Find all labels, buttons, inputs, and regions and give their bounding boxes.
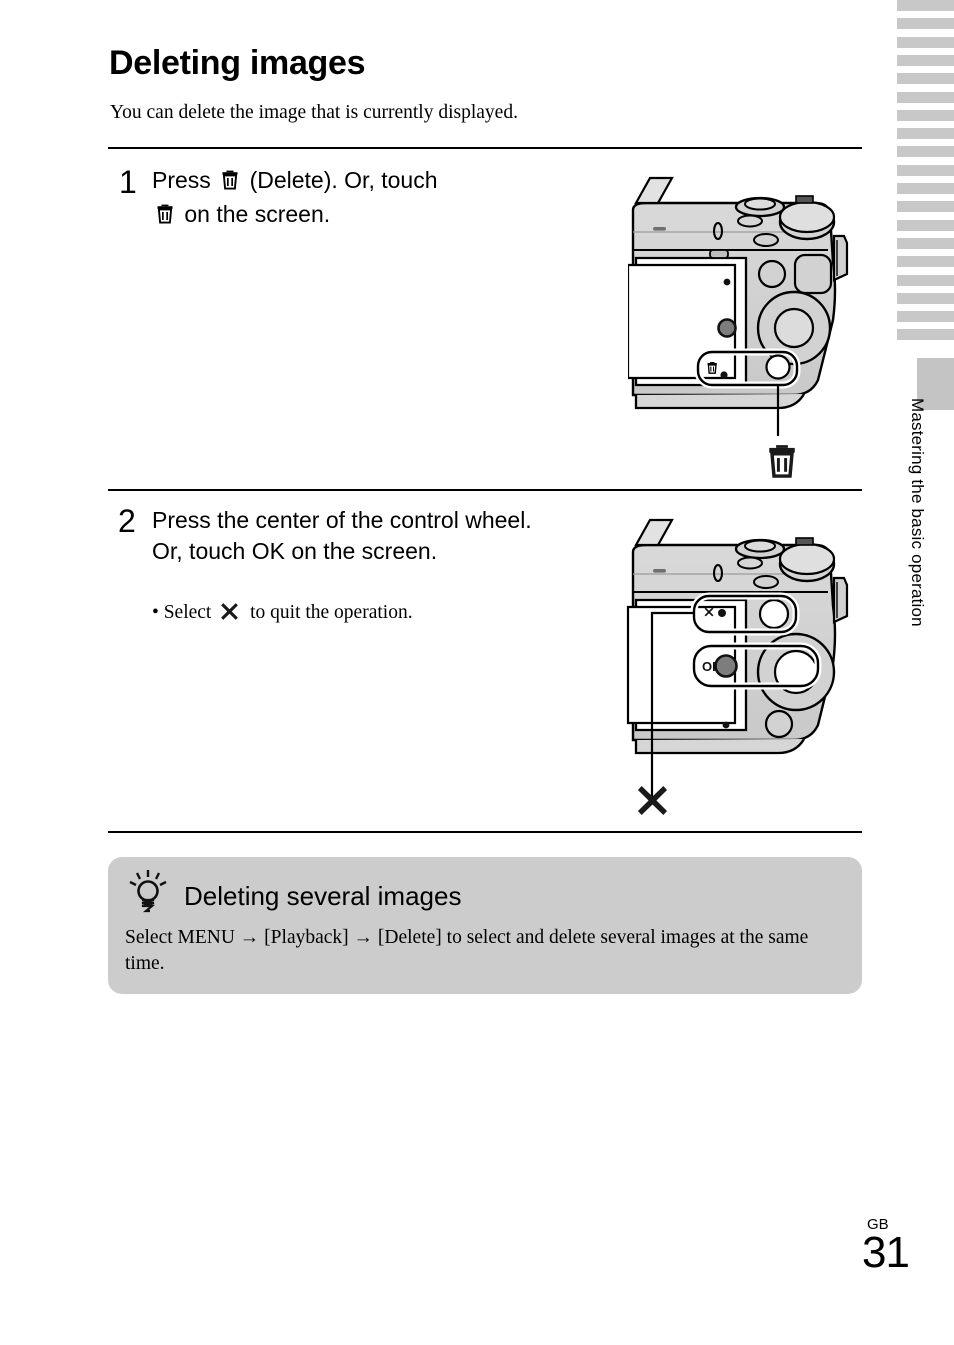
index-tab (897, 183, 954, 194)
index-tab (897, 73, 954, 85)
index-tab (897, 201, 954, 213)
tip-heading: Deleting several images (184, 881, 462, 911)
trash-icon (769, 445, 795, 478)
step-2-text: Press the center of the control wheel. O… (152, 507, 532, 564)
index-tab (897, 256, 954, 268)
step-2-number: 2 (118, 503, 136, 539)
index-tab (897, 146, 954, 158)
chapter-title: Mastering the basic operation (908, 398, 927, 627)
index-tab-strip (897, 0, 954, 352)
page-number: 31 (862, 1228, 910, 1277)
index-tab (897, 54, 954, 66)
tip-box: Deleting several images Select MENU → [P… (108, 857, 862, 994)
index-tab (897, 36, 954, 48)
index-tab (897, 18, 954, 30)
index-tab (897, 109, 954, 121)
step-1-text: Press (Delete). Or, touch on the screen. (152, 165, 552, 233)
index-tab (897, 274, 954, 286)
index-tab (897, 329, 954, 341)
cross-icon (220, 602, 239, 629)
camera-rear-delete-illustration (626, 170, 868, 485)
index-tab (897, 219, 954, 231)
index-tab (897, 0, 954, 11)
lightbulb-icon (128, 869, 168, 918)
index-tab (897, 311, 954, 323)
index-tab (897, 164, 954, 176)
divider-middle (108, 489, 862, 491)
index-tab (897, 292, 954, 304)
trash-icon (155, 202, 175, 233)
index-tab (897, 128, 954, 140)
step-1-text-part-3: on the screen. (184, 201, 331, 227)
divider-top (108, 147, 862, 149)
index-tab (897, 91, 954, 103)
cross-icon (637, 785, 668, 816)
step-2-bullet-part-1: • Select (152, 602, 212, 623)
page-title: Deleting images (109, 44, 366, 82)
trash-icon-pointer (765, 443, 799, 484)
cross-icon-pointer (636, 784, 669, 822)
trash-icon (220, 168, 240, 199)
step-2-bullet: • Select to quit the operation. (152, 600, 552, 629)
step-2-bullet-part-2: to quit the operation. (250, 602, 413, 623)
tip-body: Select MENU → [Playback] → [Delete] to s… (125, 927, 809, 974)
step-1-number: 1 (119, 164, 137, 200)
step-1-text-part-1: Press (152, 167, 211, 193)
step-1-text-part-2: (Delete). Or, touch (249, 167, 438, 193)
intro-text: You can delete the image that is current… (110, 102, 518, 123)
index-tab (897, 237, 954, 249)
